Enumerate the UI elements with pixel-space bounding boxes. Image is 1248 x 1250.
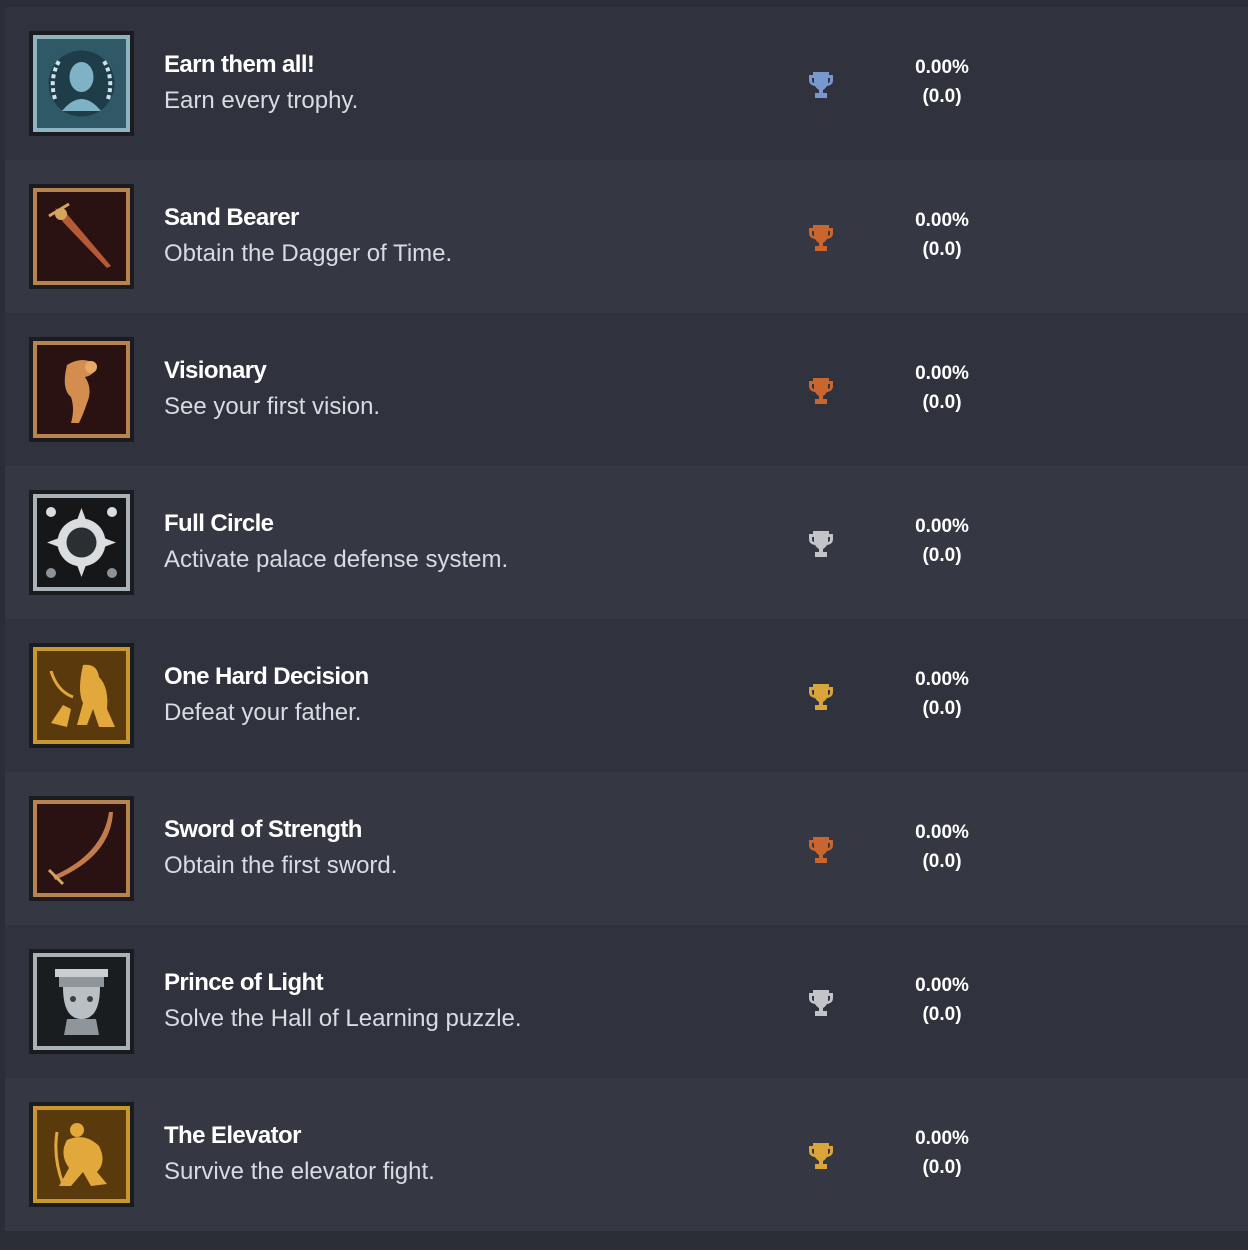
trophy-count: (0.0) [922, 392, 962, 413]
trophy-row[interactable]: Full Circle Activate palace defense syst… [5, 466, 1248, 619]
trophy-image [29, 337, 134, 442]
trophy-row[interactable]: Visionary See your first vision. 0.00% (… [5, 313, 1248, 466]
sword-icon [37, 804, 126, 893]
statue-faces-icon [37, 957, 126, 1046]
trophy-rarity: 0.00% [915, 822, 969, 843]
trophy-image [29, 796, 134, 901]
trophy-count: (0.0) [922, 239, 962, 260]
trophy-cup-icon [809, 1143, 833, 1169]
trophy-description: Obtain the Dagger of Time. [164, 240, 453, 267]
trophy-row[interactable]: Sand Bearer Obtain the Dagger of Time. 0… [5, 160, 1248, 313]
trophy-cup-icon [809, 378, 833, 404]
trophy-title[interactable]: The Elevator [164, 1122, 301, 1150]
sun-disc-icon [37, 498, 126, 587]
trophy-title[interactable]: Visionary [164, 357, 267, 385]
trophy-title[interactable]: Full Circle [164, 510, 274, 538]
duel-icon [37, 651, 126, 740]
trophy-rarity: 0.00% [915, 210, 969, 231]
trophy-count: (0.0) [922, 698, 962, 719]
trophy-title[interactable]: Prince of Light [164, 969, 324, 997]
trophy-cup-icon [809, 837, 833, 863]
trophy-title[interactable]: One Hard Decision [164, 663, 369, 691]
dagger-icon [37, 192, 126, 281]
trophy-rarity: 0.00% [915, 669, 969, 690]
trophy-image [29, 31, 134, 136]
trophy-image [29, 1102, 134, 1207]
trophy-description: See your first vision. [164, 393, 381, 420]
laurel-head-icon [37, 39, 126, 128]
trophy-title[interactable]: Sword of Strength [164, 816, 362, 844]
trophy-rarity: 0.00% [915, 516, 969, 537]
trophy-rarity: 0.00% [915, 57, 969, 78]
trophy-count: (0.0) [922, 1004, 962, 1025]
kneeling-warrior-icon [37, 1110, 126, 1199]
trophy-count: (0.0) [922, 86, 962, 107]
trophy-description: Obtain the first sword. [164, 852, 398, 879]
trophy-title[interactable]: Sand Bearer [164, 204, 299, 232]
trophy-rarity: 0.00% [915, 1128, 969, 1149]
trophy-rarity: 0.00% [915, 975, 969, 996]
trophy-count: (0.0) [922, 1157, 962, 1178]
trophy-list: Earn them all! Earn every trophy. 0.00% … [5, 7, 1248, 1231]
trophy-cup-icon [809, 72, 833, 98]
trophy-cup-icon [809, 531, 833, 557]
trophy-description: Defeat your father. [164, 699, 362, 726]
trophy-cup-icon [809, 225, 833, 251]
trophy-row[interactable]: Earn them all! Earn every trophy. 0.00% … [5, 7, 1248, 160]
trophy-row[interactable]: The Elevator Survive the elevator fight.… [5, 1078, 1248, 1231]
trophy-description: Earn every trophy. [164, 87, 359, 114]
trophy-description: Activate palace defense system. [164, 546, 509, 573]
trophy-description: Survive the elevator fight. [164, 1158, 435, 1185]
trophy-image [29, 490, 134, 595]
trophy-cup-icon [809, 684, 833, 710]
trophy-rarity: 0.00% [915, 363, 969, 384]
trophy-cup-icon [809, 990, 833, 1016]
trophy-image [29, 184, 134, 289]
trophy-count: (0.0) [922, 545, 962, 566]
trophy-title[interactable]: Earn them all! [164, 51, 315, 79]
trophy-image [29, 949, 134, 1054]
trophy-row[interactable]: Prince of Light Solve the Hall of Learni… [5, 925, 1248, 1078]
vision-figure-icon [37, 345, 126, 434]
trophy-row[interactable]: Sword of Strength Obtain the first sword… [5, 772, 1248, 925]
trophy-count: (0.0) [922, 851, 962, 872]
trophy-row[interactable]: One Hard Decision Defeat your father. 0.… [5, 619, 1248, 772]
trophy-image [29, 643, 134, 748]
trophy-description: Solve the Hall of Learning puzzle. [164, 1005, 522, 1032]
